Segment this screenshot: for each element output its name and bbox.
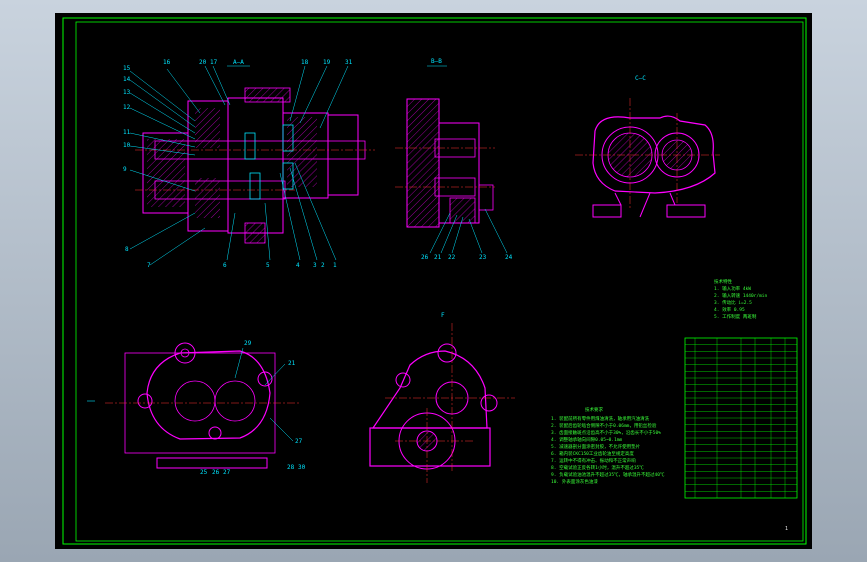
part-number: 12	[123, 104, 131, 111]
part-number: 28	[287, 464, 295, 471]
part-number: 26	[212, 469, 220, 476]
part-number: 23	[479, 254, 487, 261]
part-number: 27	[223, 469, 231, 476]
section-view-bb: B—B 26 21 22 23 24	[395, 58, 513, 261]
tech-note: 8. 空载试验正反各转1小时，温升不超过35℃	[551, 464, 644, 471]
tech-note: 6. 箱内装CKC150工业齿轮油至规定高度	[551, 450, 634, 457]
part-number: 8	[125, 246, 129, 253]
spec-line: 4. 效率 0.95	[714, 306, 745, 313]
part-number: 6	[223, 262, 227, 269]
parts-list-table	[684, 337, 798, 499]
spec-line: 5. 工作制度 两班制	[714, 313, 757, 320]
part-number: 9	[123, 166, 127, 173]
part-number: 21	[434, 254, 442, 261]
tech-note: 5. 减速器剖分面涂密封胶，不允许使用垫片	[551, 443, 641, 450]
part-number: 29	[244, 340, 252, 347]
part-number: 5	[266, 262, 270, 269]
tech-note: 3. 齿面接触斑点沿齿高不小于30%，沿齿长不小于50%	[551, 429, 661, 436]
part-number: 18	[301, 59, 309, 66]
part-number: 15	[123, 65, 131, 72]
tech-note: 2. 装配后齿轮啮合侧隙不小于0.06mm，用铅丝检验	[551, 422, 657, 429]
part-number: 16	[163, 59, 171, 66]
drawing-sheet: A—A 15 14 13 12 11 10 9 8 7 16 20 17 18 …	[55, 13, 812, 549]
part-number: 13	[123, 89, 131, 96]
spec-title: 技术特性	[714, 278, 732, 285]
part-number: 24	[505, 254, 513, 261]
part-number: 27	[295, 438, 303, 445]
section-label-cc: C—C	[635, 75, 646, 82]
part-number: 19	[323, 59, 331, 66]
tech-note: 7. 运转中不得有冲击、振动和不正常声响	[551, 457, 636, 464]
part-number: 30	[298, 464, 306, 471]
technical-specifications: 技术特性 1. 输入功率 4kW 2. 输入转速 1440r/min 3. 传动…	[714, 278, 768, 320]
section-label-bb: B—B	[431, 58, 442, 65]
tech-notes-title: 技术要求	[585, 406, 603, 413]
cad-drawing: A—A 15 14 13 12 11 10 9 8 7 16 20 17 18 …	[62, 17, 807, 545]
part-number: 26	[421, 254, 429, 261]
part-number: 7	[147, 262, 151, 269]
page-number: 1	[785, 526, 788, 532]
part-number: 17	[210, 59, 218, 66]
spec-line: 3. 传动比 i=2.5	[714, 299, 752, 306]
side-view: F	[369, 312, 515, 483]
part-number: 11	[123, 129, 131, 136]
part-number: 21	[288, 360, 296, 367]
spec-line: 1. 输入功率 4kW	[714, 285, 751, 292]
section-view-aa: A—A 15 14 13 12 11 10 9 8 7 16 20 17 18 …	[123, 59, 375, 269]
part-number: 31	[345, 59, 353, 66]
front-view: 29 21 27 28 30 25 26 27	[87, 340, 306, 476]
part-number: 3	[313, 262, 317, 269]
spec-line: 2. 输入转速 1440r/min	[714, 292, 768, 299]
tech-note: 1. 装配前所有零件用煤油清洗，轴承用汽油清洗	[551, 415, 650, 422]
part-number: 10	[123, 142, 131, 149]
tech-note: 9. 负载试验油池温升不超过35℃，轴承温升不超过40℃	[551, 471, 665, 478]
part-number: 20	[199, 59, 207, 66]
part-number: 4	[296, 262, 300, 269]
technical-requirements: 技术要求 1. 装配前所有零件用煤油清洗，轴承用汽油清洗 2. 装配后齿轮啮合侧…	[551, 406, 665, 485]
outer-border	[62, 17, 807, 545]
tech-note: 10. 外表面涂灰色油漆	[551, 478, 598, 485]
section-label-aa: A—A	[233, 59, 244, 66]
part-number: 22	[448, 254, 456, 261]
view-label: F	[441, 312, 445, 319]
part-number: 25	[200, 469, 208, 476]
part-number: 1	[333, 262, 337, 269]
section-view-cc: C—C	[575, 75, 720, 218]
tech-note: 4. 调整轴承轴向间隙0.05~0.1mm	[551, 436, 623, 443]
part-number: 14	[123, 76, 131, 83]
part-number: 2	[321, 262, 325, 269]
